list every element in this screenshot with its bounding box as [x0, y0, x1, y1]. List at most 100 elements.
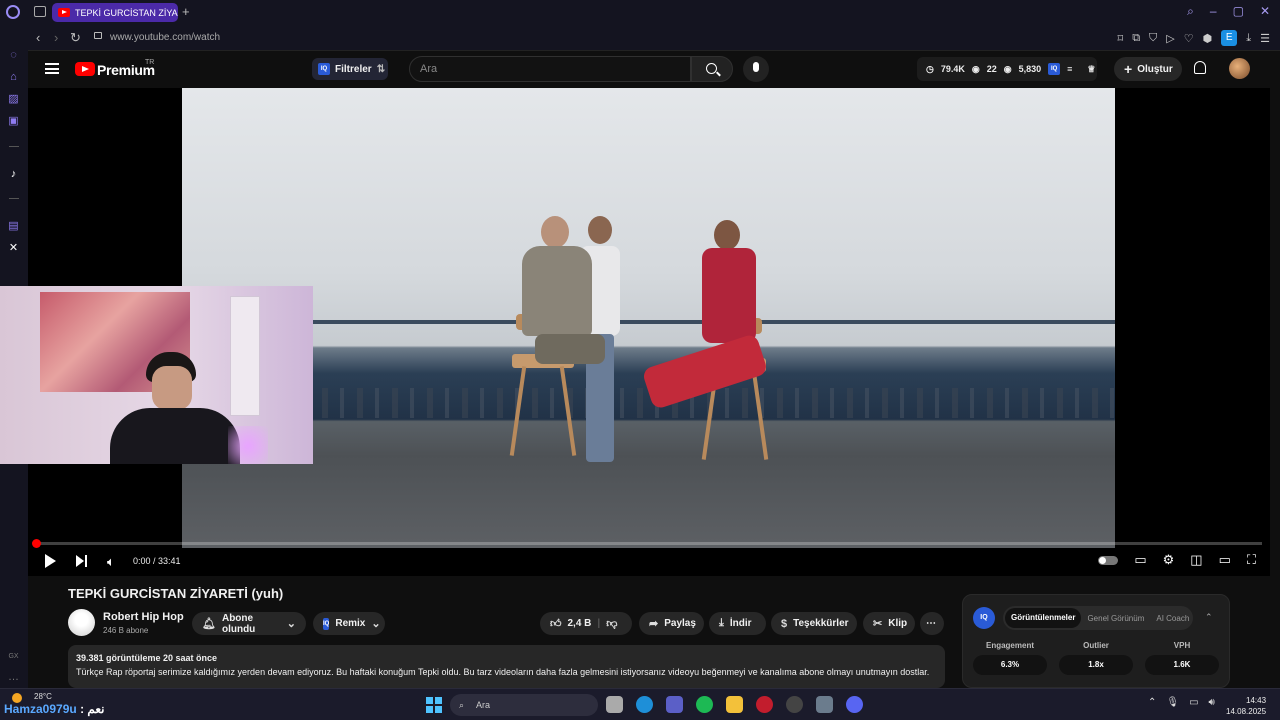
voice-search-button[interactable] [743, 56, 769, 82]
fullscreen-icon[interactable]: ⛶ [1247, 552, 1256, 568]
window-controls: ⌕ – ▢ ✕ [1187, 4, 1270, 19]
teams-icon[interactable] [666, 696, 683, 713]
description-box[interactable]: 39.381 görüntüleme 20 saat önce Türkçe R… [68, 645, 945, 688]
pin-icon[interactable]: ⌑ [1118, 32, 1124, 45]
discord-icon[interactable] [846, 696, 863, 713]
sidebar-divider [9, 198, 19, 199]
taskbar-clock[interactable]: 14:43 14.08.2025 [1226, 695, 1266, 717]
temperature[interactable]: 28°C [34, 692, 52, 701]
subscribed-button[interactable]: 🔔︎ Abone olundu ⌄ [192, 612, 306, 635]
microphone-icon[interactable]: 🎙︎ [1166, 697, 1179, 708]
video-player[interactable]: 🔈︎ 0:00 / 33:41 ▭ ⚙ ◫ ▭ ⛶ [0, 88, 1270, 576]
opera-logo-icon[interactable] [6, 5, 20, 19]
tab-islands-icon[interactable] [34, 6, 46, 17]
twitch-icon[interactable]: ▤ [7, 220, 20, 233]
more-actions-button[interactable]: ⋯ [920, 612, 944, 635]
windows-taskbar: 28°C Hamza0979u : نعم ⌕ Ara ⌃ 🎙︎ ▭ 🔊︎ 14… [0, 688, 1280, 720]
channel-avatar[interactable] [68, 609, 95, 636]
minimize-button[interactable]: – [1210, 4, 1217, 19]
player-right-controls: ▭ ⚙ ◫ ▭ ⛶ [1098, 552, 1256, 568]
lock-icon [94, 32, 102, 39]
forward-button[interactable]: › [54, 30, 58, 45]
play-button[interactable] [45, 554, 56, 568]
autoplay-toggle[interactable] [1098, 555, 1119, 565]
reload-button[interactable]: ↻ [70, 30, 81, 46]
remix-button[interactable]: IQ Remix ⌄ [313, 612, 385, 635]
settings-gear-icon[interactable]: ⚙ [1163, 552, 1175, 568]
close-button[interactable]: ✕ [1260, 4, 1270, 19]
description-meta: 39.381 görüntüleme 20 saat önce [76, 653, 218, 663]
scrubber-handle[interactable] [32, 539, 41, 548]
theater-mode-icon[interactable]: ▭ [1219, 552, 1231, 568]
share-button[interactable]: ➦ Paylaş [639, 612, 704, 635]
new-tab-button[interactable]: + [182, 4, 190, 19]
eye-icon: ◉ [971, 63, 980, 74]
search-input[interactable]: Ara [409, 56, 691, 82]
stat-watching: 5,830 [1018, 64, 1042, 74]
avatar[interactable] [1229, 58, 1250, 79]
chevron-up-icon[interactable]: ⌃ [1205, 612, 1213, 623]
filters-button[interactable]: IQ Filtreler ⇅ [312, 58, 388, 80]
search-button[interactable] [691, 56, 733, 82]
snapshot-icon[interactable]: ⧉ [1132, 32, 1140, 45]
video-frame[interactable] [182, 88, 1115, 548]
youtube-logo-icon[interactable] [75, 62, 95, 76]
download-icon[interactable]: ⤓ [1246, 32, 1251, 45]
tab-ai-coach[interactable]: AI Coach [1150, 614, 1195, 623]
x-icon[interactable]: ✕ [7, 242, 20, 255]
clip-label: Klip [888, 618, 908, 629]
progress-bar[interactable] [36, 542, 1262, 545]
browser-tab-youtube[interactable]: TEPKİ GURCİSTAN ZİYARETİ (yuh) - YouTube [52, 3, 178, 22]
gx-icon[interactable]: GX [7, 650, 20, 663]
channel-name[interactable]: Robert Hip Hop [103, 611, 184, 623]
like-count[interactable]: 2,4 B [568, 618, 592, 629]
app-icon[interactable] [786, 696, 803, 713]
download-button[interactable]: ⤓ İndir [709, 612, 766, 635]
tab-views[interactable]: Görüntülenmeler [1005, 608, 1082, 628]
display-icon[interactable]: ▭ [1189, 697, 1198, 708]
aria-icon[interactable]: ◌ [7, 49, 20, 62]
spotify-icon[interactable] [696, 696, 713, 713]
create-button[interactable]: + Oluştur [1114, 57, 1182, 81]
chevron-up-icon[interactable]: ⌃ [1148, 697, 1156, 708]
award-icon: ♕ [1087, 63, 1096, 74]
next-button[interactable] [76, 555, 88, 567]
tab-overview[interactable]: Genel Görünüm [1081, 614, 1150, 623]
taskbar-search[interactable]: ⌕ Ara [450, 694, 598, 716]
volume-icon[interactable]: 🔈︎ [107, 554, 115, 570]
extensions-icon[interactable]: ⬢ [1203, 32, 1213, 45]
maximize-button[interactable]: ▢ [1233, 4, 1244, 19]
url-field[interactable]: www.youtube.com/watch [110, 32, 220, 43]
easy-setup-icon[interactable]: ☰ [1260, 32, 1270, 45]
tabs-icon[interactable]: ▨ [7, 93, 20, 106]
search-tabs-icon[interactable]: ⌕ [1187, 4, 1194, 19]
file-explorer-icon[interactable] [726, 696, 743, 713]
miniplayer-icon[interactable]: ◫ [1190, 552, 1202, 568]
search-placeholder: Ara [420, 63, 438, 75]
windows-start-icon[interactable] [426, 697, 442, 713]
tiktok-icon[interactable]: ♪ [7, 168, 20, 181]
volume-icon[interactable]: 🔊︎ [1209, 697, 1215, 708]
channel-stats-widget[interactable]: ◷ 79.4K ◉ 22 ◉ 5,830 IQ ≡ ♕ [917, 57, 1097, 81]
chat-username: Hamza0979u [4, 702, 77, 716]
send-icon[interactable]: ▷ [1166, 32, 1174, 45]
heart-icon[interactable]: ♡ [1184, 32, 1194, 45]
thanks-label: Teşekkürler [793, 618, 849, 629]
app-icon[interactable] [816, 696, 833, 713]
extension-e-icon[interactable]: E [1221, 30, 1238, 46]
notifications-bell-icon[interactable] [1194, 61, 1206, 74]
opera-taskbar-icon[interactable] [756, 696, 773, 713]
m-icon[interactable]: ▣ [7, 115, 20, 128]
menu-icon[interactable] [45, 63, 59, 74]
subtitles-icon[interactable]: ▭ [1134, 552, 1146, 568]
task-view-icon[interactable] [606, 696, 623, 713]
back-button[interactable]: ‹ [36, 30, 40, 45]
clip-button[interactable]: ✂ Klip [863, 612, 915, 635]
more-icon[interactable]: … [7, 671, 20, 684]
like-icon[interactable]: 👍︎ [550, 617, 562, 630]
thanks-button[interactable]: $ Teşekkürler [771, 612, 857, 635]
shield-icon[interactable]: ⛉ [1149, 32, 1157, 45]
bag-icon[interactable]: ⌂ [7, 71, 20, 84]
edge-icon[interactable] [636, 696, 653, 713]
dislike-icon[interactable]: 👎︎ [606, 617, 617, 630]
